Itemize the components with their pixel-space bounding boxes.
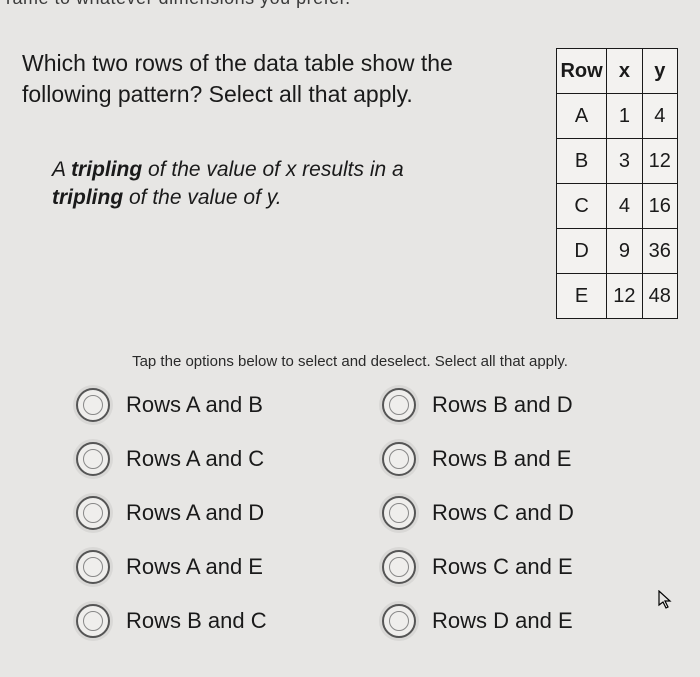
option-rows-a-d[interactable]: Rows A and D	[76, 496, 342, 530]
cell-y: 4	[642, 94, 677, 139]
cell-x: 9	[607, 229, 642, 274]
data-table: Row x y A 1 4 B 3 12 C 4 16 D 9	[556, 48, 678, 319]
cell-row: E	[556, 274, 606, 319]
cell-y: 48	[642, 274, 677, 319]
radio-icon	[382, 496, 416, 530]
option-label: Rows A and E	[126, 554, 263, 580]
option-rows-b-e[interactable]: Rows B and E	[382, 442, 648, 476]
cropped-header-text: rame to whatever dimensions you prefer.	[6, 0, 351, 9]
option-rows-c-d[interactable]: Rows C and D	[382, 496, 648, 530]
radio-icon	[382, 604, 416, 638]
option-label: Rows C and E	[432, 554, 573, 580]
pattern-part-2: of the value of x results in a	[142, 158, 403, 181]
option-label: Rows D and E	[432, 608, 573, 634]
option-rows-b-d[interactable]: Rows B and D	[382, 388, 648, 422]
option-rows-c-e[interactable]: Rows C and E	[382, 550, 648, 584]
option-rows-a-b[interactable]: Rows A and B	[76, 388, 342, 422]
content-area: Which two rows of the data table show th…	[22, 48, 678, 638]
option-rows-b-c[interactable]: Rows B and C	[76, 604, 342, 638]
option-label: Rows B and E	[432, 446, 571, 472]
table-row: D 9 36	[556, 229, 677, 274]
radio-icon	[382, 388, 416, 422]
question-block: Which two rows of the data table show th…	[22, 48, 536, 213]
instruction-hint: Tap the options below to select and dese…	[22, 353, 678, 370]
option-rows-a-c[interactable]: Rows A and C	[76, 442, 342, 476]
pattern-bold-2: tripling	[52, 186, 123, 209]
table-row: A 1 4	[556, 94, 677, 139]
cell-x: 12	[607, 274, 642, 319]
option-label: Rows C and D	[432, 500, 574, 526]
radio-icon	[76, 604, 110, 638]
options-grid: Rows A and B Rows B and D Rows A and C R…	[76, 388, 648, 638]
pattern-bold-1: tripling	[71, 158, 142, 181]
radio-icon	[382, 550, 416, 584]
radio-icon	[382, 442, 416, 476]
option-rows-d-e[interactable]: Rows D and E	[382, 604, 648, 638]
question-text: Which two rows of the data table show th…	[22, 48, 536, 110]
option-label: Rows A and D	[126, 500, 264, 526]
radio-icon	[76, 550, 110, 584]
pattern-part-3: of the value of y.	[123, 186, 281, 209]
cursor-icon	[658, 590, 674, 615]
table-row: E 12 48	[556, 274, 677, 319]
option-label: Rows A and B	[126, 392, 263, 418]
cell-row: C	[556, 184, 606, 229]
option-label: Rows B and C	[126, 608, 267, 634]
cell-x: 4	[607, 184, 642, 229]
option-rows-a-e[interactable]: Rows A and E	[76, 550, 342, 584]
cell-y: 36	[642, 229, 677, 274]
radio-icon	[76, 496, 110, 530]
cell-row: D	[556, 229, 606, 274]
cell-row: B	[556, 139, 606, 184]
table-header-row: Row x y	[556, 49, 677, 94]
option-label: Rows A and C	[126, 446, 264, 472]
col-x: x	[607, 49, 642, 94]
option-label: Rows B and D	[432, 392, 573, 418]
cell-x: 3	[607, 139, 642, 184]
cell-y: 12	[642, 139, 677, 184]
table-row: B 3 12	[556, 139, 677, 184]
pattern-statement: A tripling of the value of x results in …	[52, 156, 432, 213]
col-row: Row	[556, 49, 606, 94]
cell-row: A	[556, 94, 606, 139]
cell-x: 1	[607, 94, 642, 139]
pattern-part-1: A	[52, 158, 71, 181]
table-row: C 4 16	[556, 184, 677, 229]
radio-icon	[76, 388, 110, 422]
radio-icon	[76, 442, 110, 476]
cell-y: 16	[642, 184, 677, 229]
col-y: y	[642, 49, 677, 94]
